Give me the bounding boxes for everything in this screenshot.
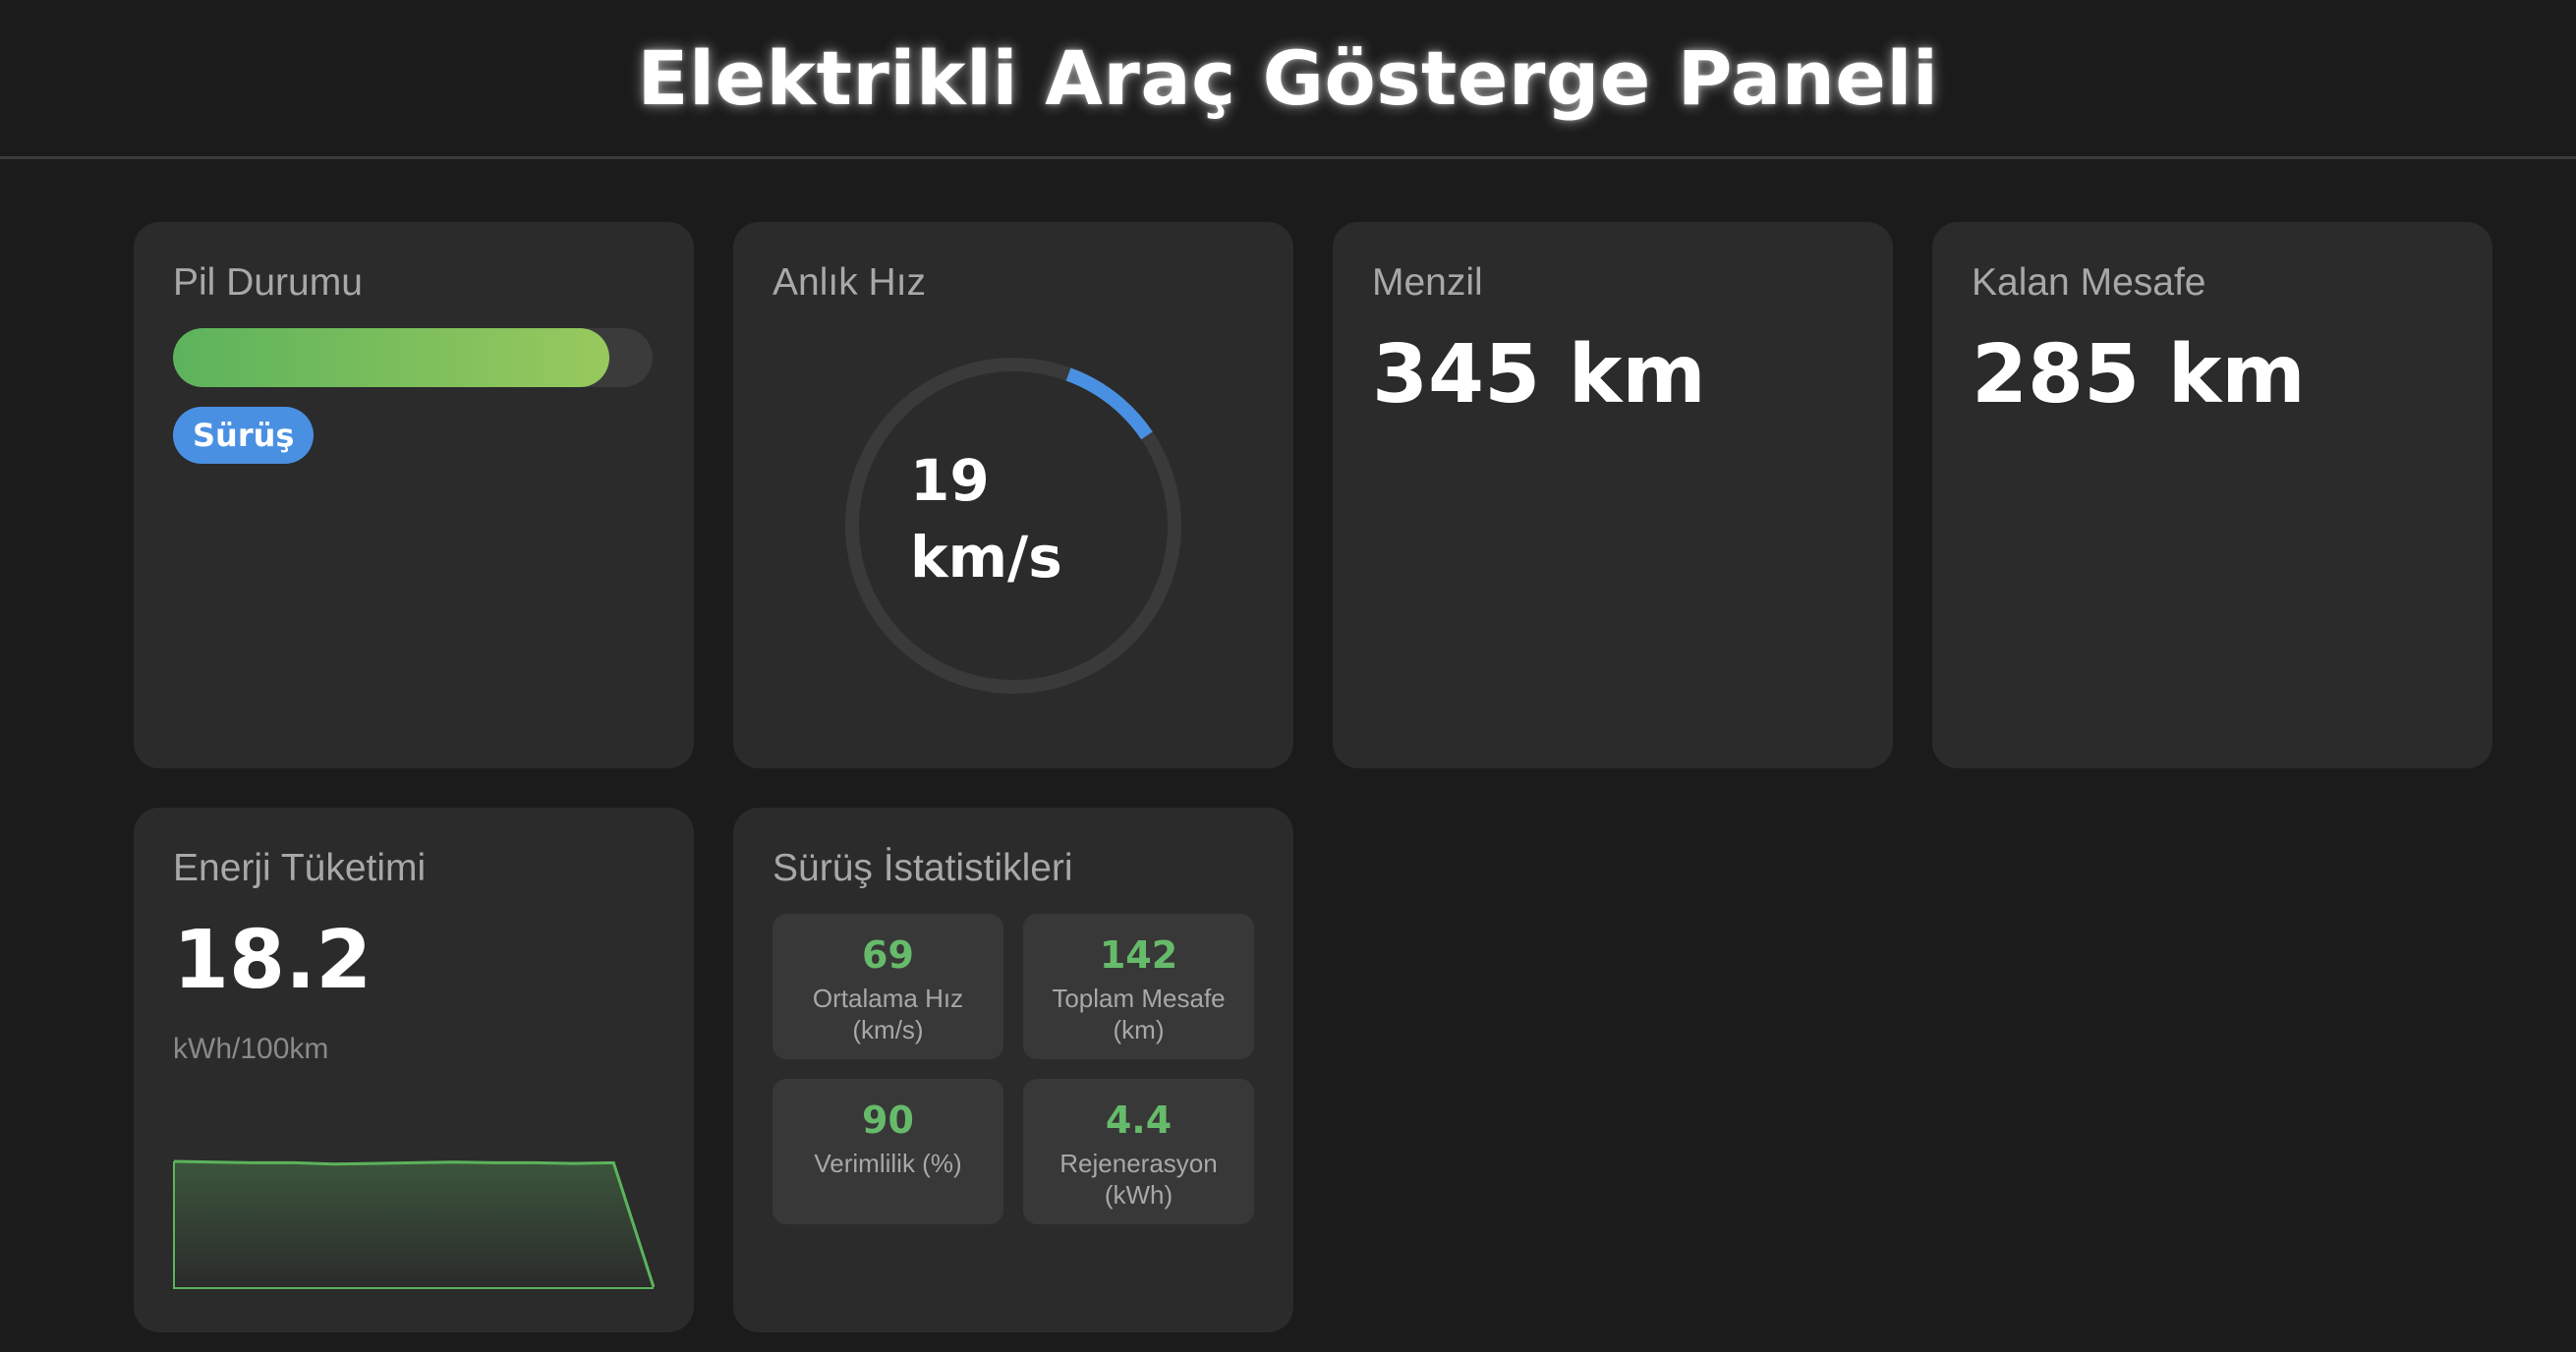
- remaining-distance-value: 285 km: [1972, 328, 2306, 422]
- range-card-title: Menzil: [1372, 261, 1483, 304]
- battery-card: Pil Durumu Sürüş: [134, 222, 694, 768]
- stat-efficiency: 90 Verimlilik (%): [773, 1079, 1003, 1224]
- stat-label: Toplam Mesafe (km): [1052, 984, 1226, 1044]
- header: Elektrikli Araç Gösterge Paneli: [0, 0, 2576, 159]
- stat-value: 69: [862, 933, 914, 977]
- stat-value: 4.4: [1105, 1098, 1173, 1142]
- driving-stats-card: Sürüş İstatistikleri 69 Ortalama Hız (km…: [733, 808, 1293, 1332]
- energy-card: Enerji Tüketimi 18.2 kWh/100km: [134, 808, 694, 1332]
- page-title: Elektrikli Araç Gösterge Paneli: [637, 34, 1939, 122]
- driving-stats-title: Sürüş İstatistikleri: [773, 847, 1073, 889]
- battery-level-bar: [173, 328, 653, 387]
- stat-label: Verimlilik (%): [814, 1149, 962, 1178]
- drive-mode-badge: Sürüş: [173, 407, 315, 464]
- stat-value: 90: [862, 1098, 914, 1142]
- remaining-distance-card: Kalan Mesafe 285 km: [1932, 222, 2492, 768]
- energy-value: 18.2: [173, 914, 372, 1007]
- remaining-distance-title: Kalan Mesafe: [1972, 261, 2206, 304]
- speed-card-title: Anlık Hız: [773, 261, 927, 304]
- battery-card-title: Pil Durumu: [173, 261, 363, 304]
- energy-trend-area: [174, 1161, 654, 1288]
- stat-value: 142: [1099, 933, 1178, 977]
- range-card: Menzil 345 km: [1333, 222, 1893, 768]
- stat-label: Rejenerasyon (kWh): [1059, 1149, 1218, 1210]
- speed-gauge: 19 km/s: [841, 354, 1185, 698]
- speed-value: 19: [910, 447, 990, 514]
- range-value: 345 km: [1372, 328, 1706, 422]
- energy-trend-chart: [173, 1159, 655, 1289]
- stats-grid: 69 Ortalama Hız (km/s) 142 Toplam Mesafe…: [773, 914, 1254, 1224]
- speed-card: Anlık Hız 19 km/s: [733, 222, 1293, 768]
- energy-unit: kWh/100km: [173, 1033, 329, 1065]
- speed-unit: km/s: [910, 524, 1062, 591]
- battery-level-fill: [173, 328, 610, 387]
- energy-card-title: Enerji Tüketimi: [173, 847, 427, 889]
- stat-regeneration: 4.4 Rejenerasyon (kWh): [1023, 1079, 1254, 1224]
- stat-label: Ortalama Hız (km/s): [812, 984, 964, 1044]
- speed-readout: 19 km/s: [910, 442, 1062, 595]
- stat-average-speed: 69 Ortalama Hız (km/s): [773, 914, 1003, 1059]
- stat-total-distance: 142 Toplam Mesafe (km): [1023, 914, 1254, 1059]
